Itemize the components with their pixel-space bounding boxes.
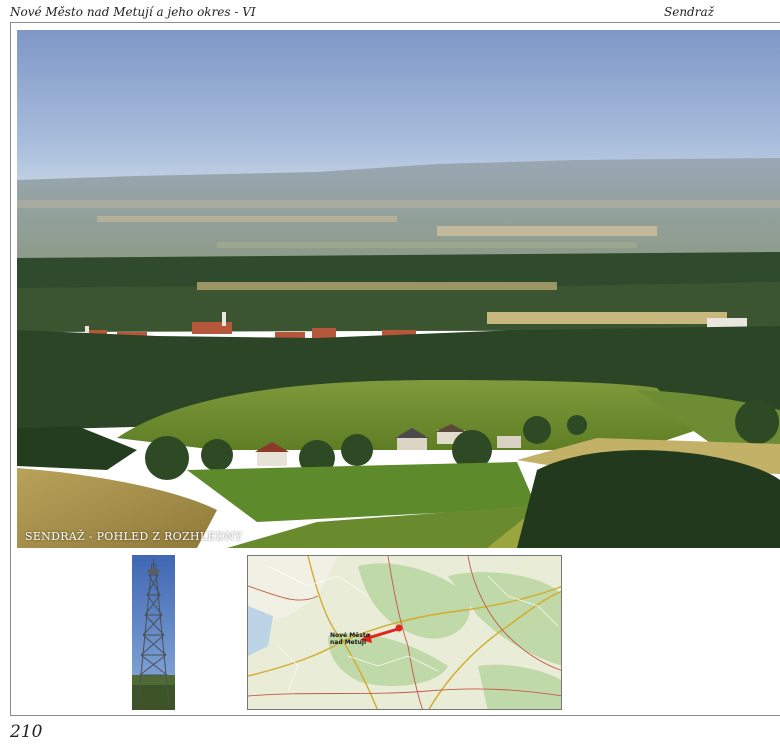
lookout-tower-photo xyxy=(132,555,175,710)
page-number: 210 xyxy=(10,722,43,742)
map-town-label: Nové Město nad Metují xyxy=(330,632,370,646)
photo-caption: SENDRAŽ - POHLED Z ROZHLEDNY xyxy=(25,530,243,543)
landscape-photo xyxy=(17,30,780,548)
location-map: Nové Město nad Metují xyxy=(247,555,562,710)
running-header-title: Nové Město nad Metují a jeho okres - VI xyxy=(10,5,256,19)
running-header-section: Sendraž xyxy=(664,5,714,19)
